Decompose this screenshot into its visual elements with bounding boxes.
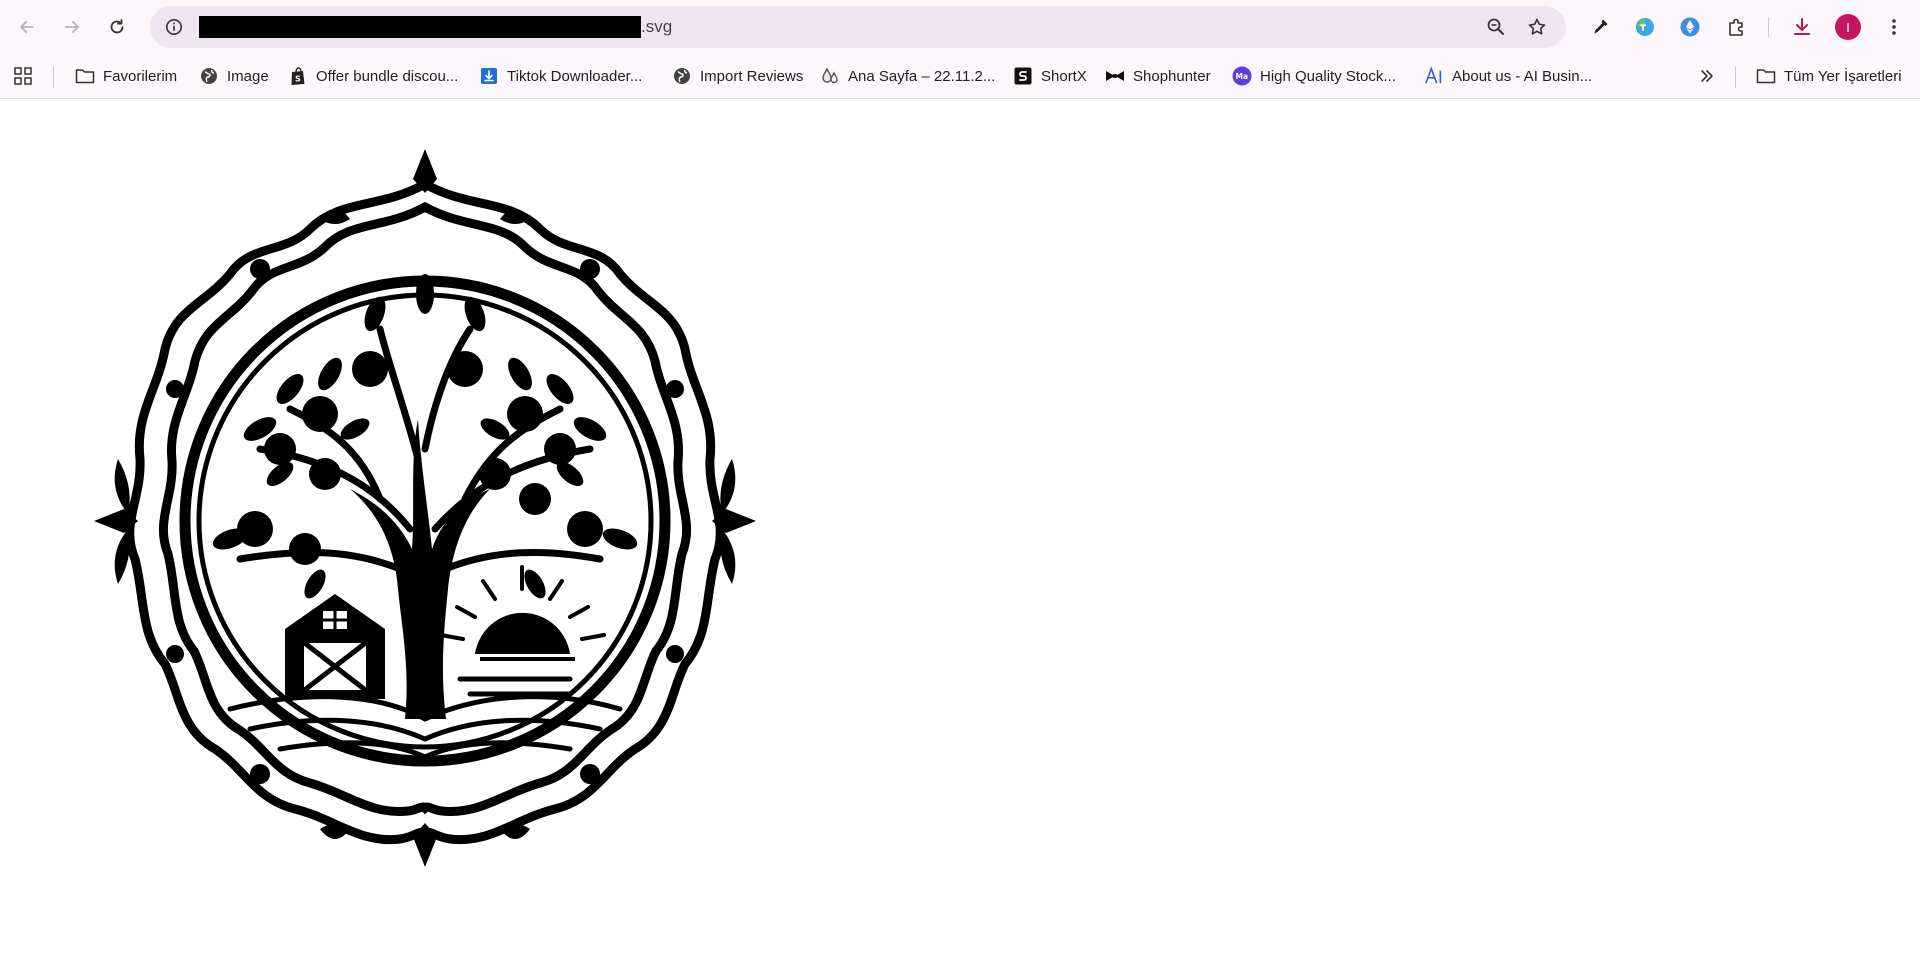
bookmark-label: Shophunter <box>1133 67 1211 85</box>
profile-avatar[interactable]: I <box>1835 14 1861 40</box>
zoom-icon[interactable] <box>1480 11 1512 43</box>
apps-grid-icon[interactable] <box>13 61 33 91</box>
download-icon[interactable] <box>1786 11 1818 43</box>
bookmark-label: Ana Sayfa – 22.11.2... <box>848 67 996 85</box>
bookmark-label: Favorilerim <box>103 67 178 85</box>
globe-icon <box>199 66 219 86</box>
svg-text:T: T <box>1640 24 1647 34</box>
svg-text:S: S <box>295 75 301 84</box>
svg-text:Ma: Ma <box>1236 72 1249 81</box>
bookmark-divider <box>53 66 54 88</box>
bookmark-label: ShortX <box>1041 67 1087 85</box>
bookmark-offer-bundle[interactable]: S Offer bundle discou... <box>288 61 458 91</box>
ma-icon: Ma <box>1232 66 1252 86</box>
bookmark-high-quality-stock[interactable]: Ma High Quality Stock... <box>1232 61 1396 91</box>
bookmark-image[interactable]: Image <box>199 61 269 91</box>
site-info-icon[interactable] <box>158 11 190 43</box>
shortx-icon <box>1013 66 1033 86</box>
all-bookmarks-folder[interactable]: Tüm Yer İşaretleri <box>1756 61 1902 91</box>
browser-toolbar: .svg T I <box>0 0 1920 54</box>
translate-extension-icon[interactable]: T <box>1629 11 1661 43</box>
bookmark-star-icon[interactable] <box>1521 11 1553 43</box>
forward-icon[interactable] <box>55 10 89 44</box>
eyedropper-extension-icon[interactable] <box>1584 11 1616 43</box>
bookmark-label: Image <box>227 67 269 85</box>
bowtie-icon <box>1105 66 1125 86</box>
toolbar-divider <box>1768 17 1769 37</box>
bookmark-import-reviews[interactable]: Import Reviews <box>672 61 803 91</box>
shopify-icon: S <box>288 66 308 86</box>
url-redacted <box>199 16 641 38</box>
bookmark-label: Tiktok Downloader... <box>507 67 643 85</box>
svg-viewer <box>0 99 1920 975</box>
all-bookmarks-label: Tüm Yer İşaretleri <box>1784 67 1902 85</box>
download-box-icon <box>479 66 499 86</box>
reload-icon[interactable] <box>100 10 134 44</box>
more-bookmarks-chevron-icon[interactable] <box>1697 61 1717 91</box>
bookmark-label: High Quality Stock... <box>1260 67 1396 85</box>
bookmark-tiktok-downloader[interactable]: Tiktok Downloader... <box>479 61 642 91</box>
bookmark-label: About us - AI Busin... <box>1452 67 1593 85</box>
address-bar[interactable]: .svg <box>150 6 1566 48</box>
folder-icon <box>75 66 95 86</box>
drops-icon <box>820 66 840 86</box>
tree-of-life-artwork <box>94 149 756 867</box>
menu-kebab-icon[interactable] <box>1878 11 1910 43</box>
bookmark-divider <box>1735 66 1736 88</box>
back-icon[interactable] <box>10 10 44 44</box>
url-text: .svg <box>641 17 673 36</box>
bookmark-ana-sayfa[interactable]: Ana Sayfa – 22.11.2... <box>820 61 995 91</box>
bookmark-shortx[interactable]: ShortX <box>1013 61 1087 91</box>
extensions-puzzle-icon[interactable] <box>1720 11 1752 43</box>
bookmark-about-us[interactable]: About us - AI Busin... <box>1424 61 1592 91</box>
bookmark-favorilerim[interactable]: Favorilerim <box>75 61 177 91</box>
globe-icon <box>672 66 692 86</box>
ai-icon <box>1424 66 1444 86</box>
bookmarks-bar: Favorilerim Image S Offer bundle discou.… <box>0 54 1920 99</box>
bookmark-label: Import Reviews <box>700 67 804 85</box>
bookmark-label: Offer bundle discou... <box>316 67 459 85</box>
ethereum-extension-icon[interactable] <box>1674 11 1706 43</box>
folder-icon <box>1756 66 1776 86</box>
bookmark-shophunter[interactable]: Shophunter <box>1105 61 1211 91</box>
